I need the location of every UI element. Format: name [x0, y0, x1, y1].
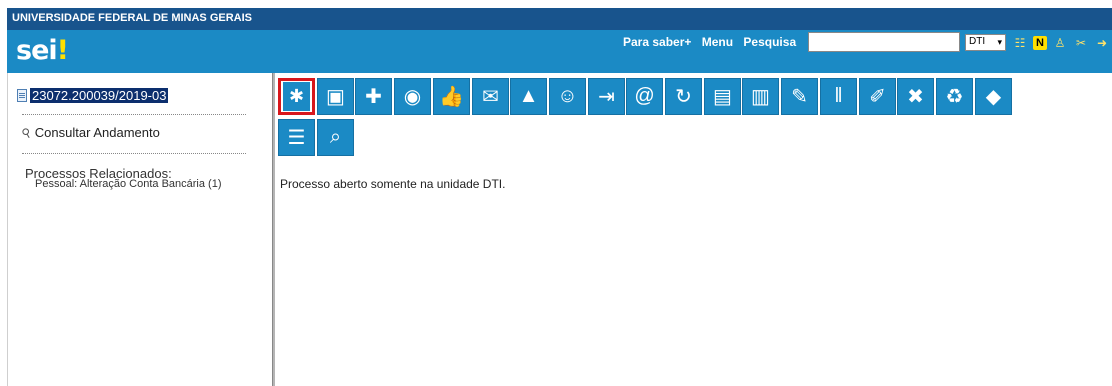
consultar-andamento-link[interactable]: ⚲ Consultar Andamento: [19, 124, 160, 141]
key-icon: ⚲: [19, 124, 34, 141]
related-process-item[interactable]: Pessoal: Alteração Conta Bancária (1): [35, 178, 222, 190]
process-icon: [17, 89, 27, 102]
acompanhamento-especial-button[interactable]: ◉: [394, 78, 431, 115]
search-input[interactable]: [808, 32, 960, 52]
atribuir-processo-icon: ✚: [365, 86, 382, 108]
tools-icon[interactable]: ✂: [1073, 35, 1089, 51]
enviar-correspondencia-icon: ✉: [482, 86, 499, 108]
gerenciar-disponibilizacoes-button[interactable]: ▥: [742, 78, 779, 115]
panel-divider[interactable]: [272, 73, 275, 386]
enviar-processo-button[interactable]: ⇥: [588, 78, 625, 115]
acompanhamento-especial-icon: ◉: [403, 86, 422, 108]
incluir-documento-button[interactable]: ✱: [278, 78, 315, 115]
nav-para-saber[interactable]: Para saber+: [623, 35, 691, 49]
enviar-email-icon: @: [634, 85, 655, 107]
exit-icon[interactable]: ➜: [1094, 35, 1110, 51]
university-name: UNIVERSIDADE FEDERAL DE MINAS GERAIS: [12, 12, 252, 24]
divider: [22, 114, 246, 115]
excluir-icon: ✖: [907, 86, 924, 108]
anexar-processo-button[interactable]: ▤: [704, 78, 741, 115]
list-icon[interactable]: ☷: [1012, 35, 1028, 51]
listar-documentos-button[interactable]: ☰: [278, 119, 315, 156]
ciencia-button[interactable]: 👍: [433, 78, 470, 115]
anotacoes-icon: ✎: [791, 86, 808, 108]
chevron-down-icon: ▾: [997, 37, 1002, 47]
notification-icon[interactable]: N: [1033, 35, 1047, 50]
marcador-icon: ◆: [985, 86, 1002, 108]
anexar-processo-icon: ▤: [713, 86, 732, 108]
enviar-processo-icon: ⇥: [598, 86, 615, 108]
pesquisar-processo-icon: ⌕: [329, 126, 342, 148]
atribuir-processo-button[interactable]: ✚: [355, 78, 392, 115]
incluir-documento-icon: ✱: [283, 82, 310, 111]
enviar-correspondencia-button[interactable]: ✉: [472, 78, 509, 115]
consultar-andamento-label: Consultar Andamento: [34, 125, 160, 140]
concluir-processo-button[interactable]: ♻: [936, 78, 973, 115]
divider: [22, 153, 246, 154]
gerenciar-disponibilizacoes-icon: ▥: [751, 86, 770, 108]
unit-select[interactable]: DTI ▾: [965, 34, 1006, 51]
atribuir-interessado-button[interactable]: ☺: [549, 78, 586, 115]
iniciar-processo-relacionado-icon: ▣: [326, 86, 345, 108]
nav-pesquisa[interactable]: Pesquisa: [743, 35, 796, 49]
unit-select-value: DTI: [969, 36, 986, 47]
incluir-bloco-icon: ▲: [518, 85, 539, 107]
iniciar-processo-relacionado-button[interactable]: ▣: [317, 78, 354, 115]
user-icon[interactable]: ♙: [1052, 35, 1068, 51]
sobrestar-processo-button[interactable]: ‖: [820, 78, 857, 115]
logo-mark: !: [56, 35, 69, 66]
status-message: Processo aberto somente na unidade DTI.: [280, 177, 506, 191]
gerar-pdf-icon: ✐: [869, 86, 886, 108]
gerar-pdf-button[interactable]: ✐: [859, 78, 896, 115]
process-node[interactable]: 23072.200039/2019-03: [17, 88, 169, 103]
excluir-button[interactable]: ✖: [897, 78, 934, 115]
top-icons: ☷ N ♙ ✂ ➜: [1012, 33, 1110, 52]
concluir-processo-icon: ♻: [945, 86, 964, 108]
sobrestar-processo-icon: ‖: [834, 85, 843, 107]
nav-menu[interactable]: Menu: [702, 35, 733, 49]
anotacoes-button[interactable]: ✎: [781, 78, 818, 115]
logo-text: sei: [16, 35, 58, 66]
process-tree-panel: [7, 73, 274, 386]
ciencia-icon: 👍: [439, 86, 464, 108]
incluir-bloco-button[interactable]: ▲: [510, 78, 547, 115]
marcador-button[interactable]: ◆: [975, 78, 1012, 115]
listar-documentos-icon: ☰: [287, 127, 306, 149]
enviar-email-button[interactable]: @: [626, 78, 663, 115]
sei-logo[interactable]: sei!: [16, 35, 69, 66]
top-nav: Para saber+ Menu Pesquisa: [623, 35, 803, 49]
atualizar-andamento-icon: ↻: [675, 86, 692, 108]
process-number[interactable]: 23072.200039/2019-03: [30, 88, 169, 103]
atualizar-andamento-button[interactable]: ↻: [665, 78, 702, 115]
atribuir-interessado-icon: ☺: [557, 85, 578, 107]
pesquisar-processo-button[interactable]: ⌕: [317, 119, 354, 156]
